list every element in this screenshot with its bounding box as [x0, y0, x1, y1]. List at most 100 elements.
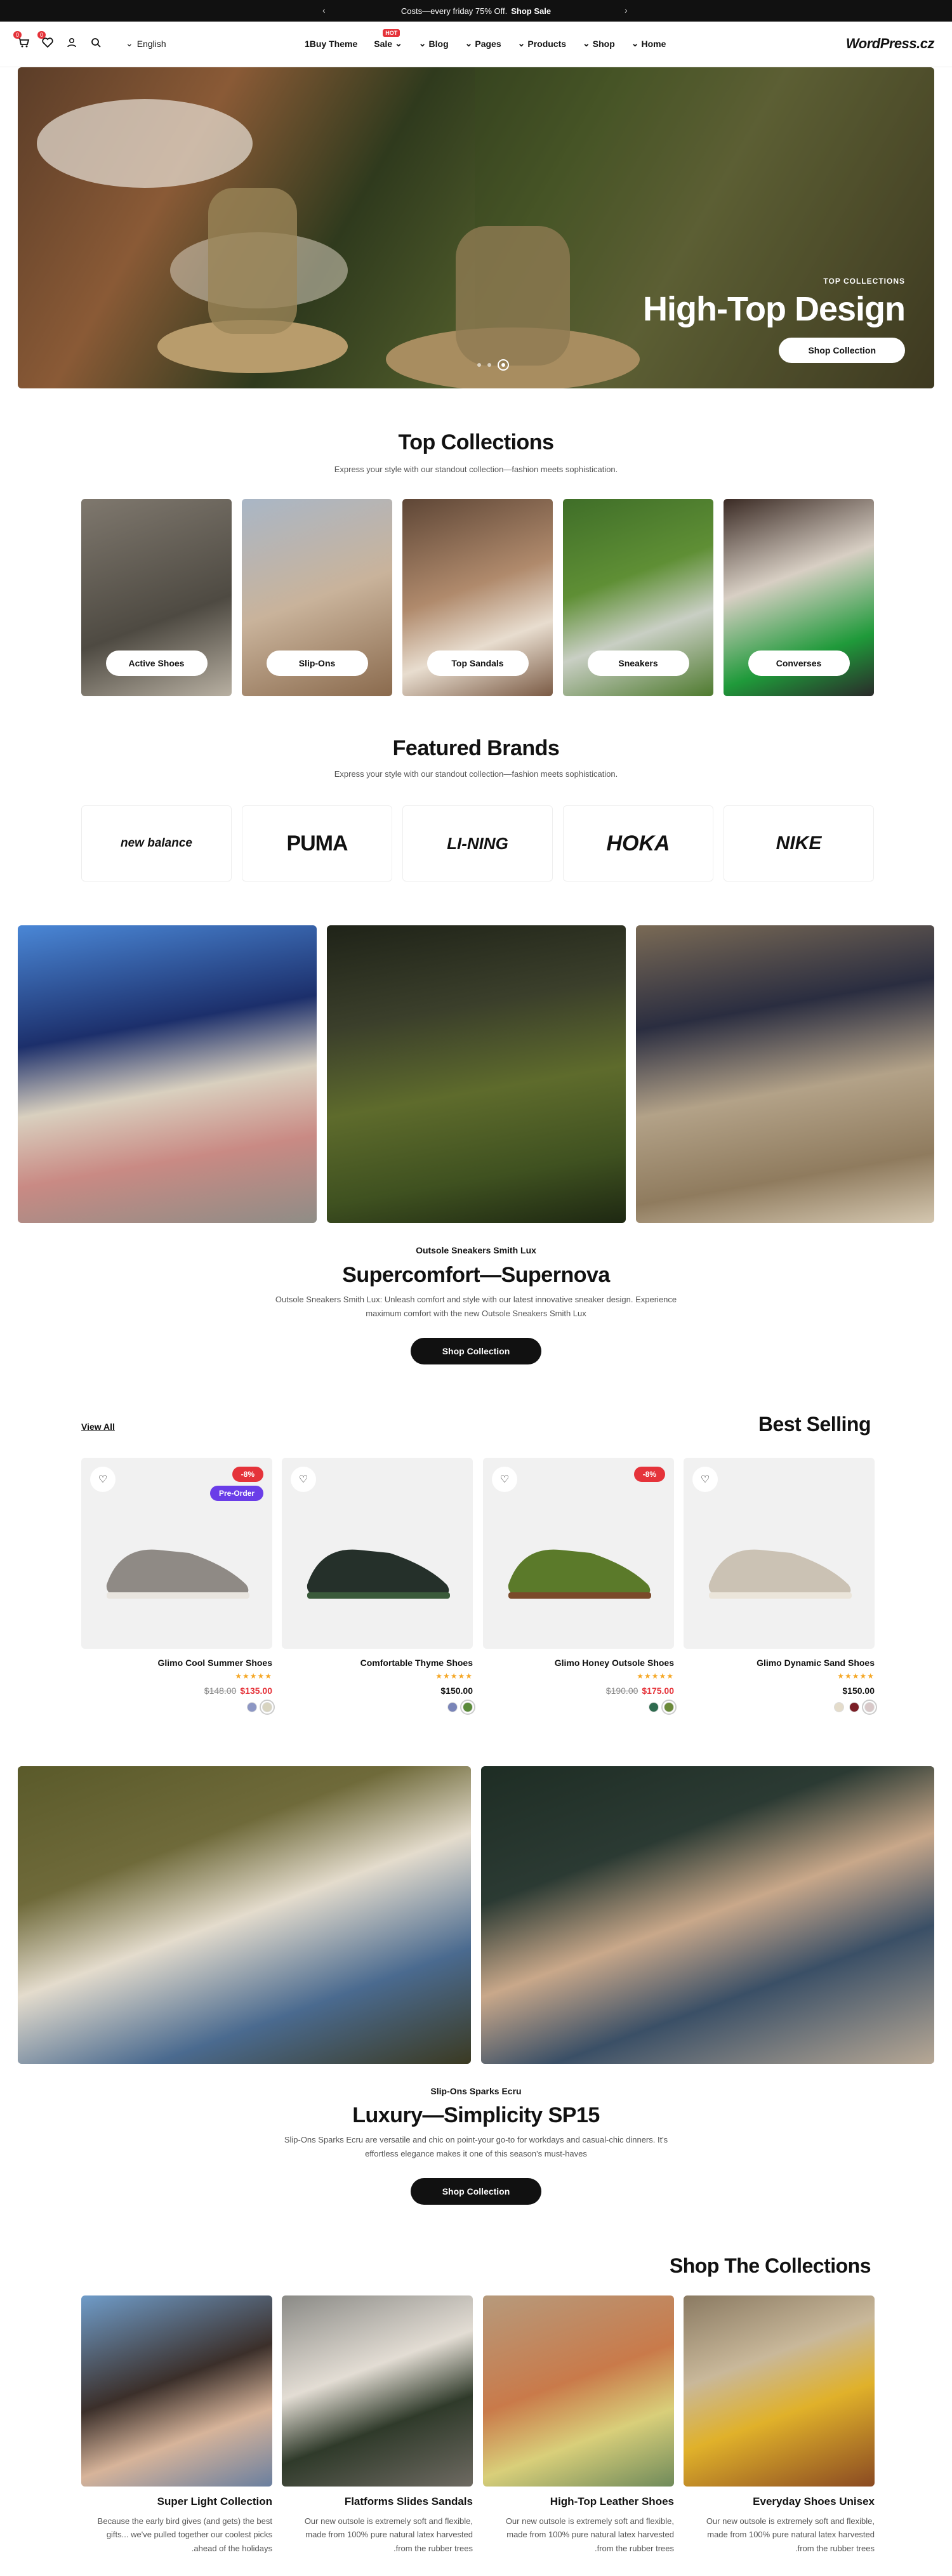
wishlist-heart-icon[interactable]: ♡ [692, 1467, 718, 1492]
hero-text: TOP COLLECTIONS High-Top Design Shop Col… [643, 277, 906, 363]
nav-label: Pages [475, 38, 501, 49]
color-swatch-selected[interactable] [661, 1700, 677, 1715]
nav-item-sale[interactable]: HOT Sale ⌄ [374, 29, 402, 49]
desc-line: made from 100% pure natural latex harves… [707, 2530, 875, 2540]
wishlist-heart-icon[interactable]: ♡ [90, 1467, 116, 1492]
featured-brands-subtitle: Express your style with our standout col… [334, 769, 618, 779]
luxury-desc-1: Slip-Ons Sparks Ecru are versatile and c… [284, 2135, 668, 2144]
collection-feature-title[interactable]: High-Top Leather Shoes [483, 2495, 674, 2508]
collection-card[interactable]: Top Sandals [402, 499, 553, 696]
luxury-shop-button[interactable]: Shop Collection [410, 2178, 542, 2205]
prev-announcement-icon[interactable]: ‹ [322, 5, 326, 15]
chevron-down-icon: ⌄ [126, 38, 133, 48]
brand-new-balance[interactable]: new balance [81, 805, 232, 882]
wishlist-count-badge: 0 [37, 31, 46, 39]
color-swatch[interactable] [849, 1702, 859, 1712]
collection-feature-title[interactable]: Super Light Collection [81, 2495, 272, 2508]
product-image[interactable]: ♡ -8% [483, 1458, 674, 1649]
color-swatches [684, 1700, 877, 1715]
product-image[interactable]: ♡ [684, 1458, 875, 1649]
view-all-link[interactable]: View All [81, 1422, 115, 1432]
desc-line: made from 100% pure natural latex harves… [305, 2530, 473, 2540]
collection-feature-card[interactable]: Flatforms Slides Sandals Our new outsole… [282, 2295, 473, 2555]
nav-item-1buy-theme[interactable]: 1Buy Theme [305, 38, 357, 49]
collection-feature-title[interactable]: Everyday Shoes Unisex [684, 2495, 875, 2508]
product-card[interactable]: ♡ Comfortable Thyme Shoes ★★★★★ $150.00 [282, 1458, 475, 1715]
regular-price: $150.00 [440, 1686, 473, 1696]
product-name[interactable]: Glimo Cool Summer Shoes [81, 1658, 272, 1668]
product-card[interactable]: ♡ -8% Glimo Honey Outsole Shoes ★★★★★ $1… [483, 1458, 677, 1715]
slip-on-photo-2 [481, 1766, 934, 2064]
collection-feature-desc: Our new outsole is extremely soft and fl… [684, 2514, 875, 2555]
nav-item-blog[interactable]: ⌄ Blog [419, 38, 449, 49]
product-price: $150.00 [282, 1686, 473, 1696]
discount-badge: -8% [232, 1467, 263, 1482]
brand-li-ning[interactable]: LI-NING [402, 805, 553, 882]
collection-card[interactable]: Slip-Ons [242, 499, 392, 696]
product-image[interactable]: ♡ -8% Pre-Order [81, 1458, 272, 1649]
wishlist-heart-icon[interactable]: ♡ [291, 1467, 316, 1492]
slider-dot[interactable] [487, 363, 491, 367]
supernova-shop-button[interactable]: Shop Collection [410, 1338, 542, 1364]
hero-slider-dots [477, 359, 509, 371]
brand-nike[interactable]: NIKE [724, 805, 874, 882]
chevron-down-icon: ⌄ [517, 38, 526, 48]
nav-item-pages[interactable]: ⌄ Pages [465, 38, 501, 49]
best-selling-title: Best Selling [758, 1413, 871, 1436]
collection-feature-card[interactable]: Super Light Collection Because the early… [81, 2295, 272, 2555]
brand-hoka[interactable]: HOKA [563, 805, 713, 882]
collection-feature-image[interactable] [684, 2295, 875, 2487]
site-logo[interactable]: WordPress.cz [846, 36, 935, 52]
collection-label: Active Shoes [105, 651, 208, 676]
nav-item-products[interactable]: ⌄ Products [518, 38, 566, 49]
collection-card[interactable]: Active Shoes [81, 499, 232, 696]
sale-price: $135.00 [240, 1686, 272, 1696]
collection-feature-card[interactable]: High-Top Leather Shoes Our new outsole i… [483, 2295, 674, 2555]
cart-icon[interactable]: 0 [13, 31, 30, 50]
announcement-bar: ‹ Costs—every friday 75% Off. Shop Sale … [0, 0, 952, 22]
rating-stars: ★★★★★ [837, 1672, 875, 1681]
nav-label: Sale [374, 38, 393, 49]
collection-feature-image[interactable] [483, 2295, 674, 2487]
wishlist-heart-icon[interactable]: ♡ [492, 1467, 517, 1492]
luxury-title: Luxury—Simplicity SP15 [352, 2103, 600, 2127]
brand-puma[interactable]: PUMA [242, 805, 392, 882]
product-name[interactable]: Glimo Honey Outsole Shoes [483, 1658, 674, 1668]
slider-dot[interactable] [477, 363, 481, 367]
color-swatch[interactable] [649, 1702, 659, 1712]
collection-feature-image[interactable] [282, 2295, 473, 2487]
wishlist-icon[interactable]: 0 [37, 31, 55, 50]
color-swatch-selected[interactable] [862, 1700, 877, 1715]
search-icon[interactable] [89, 36, 103, 50]
slider-dot-active[interactable] [498, 359, 509, 371]
color-swatch-selected[interactable] [260, 1700, 275, 1715]
color-swatch[interactable] [834, 1702, 844, 1712]
collection-card[interactable]: Converses [724, 499, 874, 696]
language-selector[interactable]: ⌄ English [126, 38, 166, 49]
collection-card[interactable]: Sneakers [563, 499, 713, 696]
account-icon[interactable] [65, 36, 79, 50]
hero-shop-button[interactable]: Shop Collection [779, 338, 905, 363]
color-swatch-selected[interactable] [460, 1700, 475, 1715]
product-card[interactable]: ♡ -8% Pre-Order Glimo Cool Summer Shoes … [81, 1458, 275, 1715]
product-image[interactable]: ♡ [282, 1458, 473, 1649]
collection-feature-title[interactable]: Flatforms Slides Sandals [282, 2495, 473, 2508]
color-swatch[interactable] [447, 1702, 458, 1712]
chevron-down-icon: ⌄ [583, 38, 590, 48]
collection-feature-card[interactable]: Everyday Shoes Unisex Our new outsole is… [684, 2295, 875, 2555]
hero-banner: TOP COLLECTIONS High-Top Design Shop Col… [18, 67, 934, 388]
collection-feature-desc: Our new outsole is extremely soft and fl… [483, 2514, 674, 2555]
rating-stars: ★★★★★ [235, 1672, 272, 1681]
product-name[interactable]: Comfortable Thyme Shoes [282, 1658, 473, 1668]
product-name[interactable]: Glimo Dynamic Sand Shoes [684, 1658, 875, 1668]
product-card[interactable]: ♡ Glimo Dynamic Sand Shoes ★★★★★ $150.00 [684, 1458, 877, 1715]
announcement-link[interactable]: Shop Sale [511, 6, 551, 16]
collection-feature-image[interactable] [81, 2295, 272, 2487]
brand-logo: new balance [121, 836, 192, 850]
nav-item-shop[interactable]: ⌄ Shop [583, 38, 615, 49]
shop-collections-title: Shop The Collections [669, 2254, 871, 2277]
color-swatch[interactable] [247, 1702, 257, 1712]
nav-item-home[interactable]: ⌄ Home [631, 38, 666, 49]
next-announcement-icon[interactable]: › [625, 5, 628, 15]
chevron-down-icon: ⌄ [395, 38, 402, 48]
